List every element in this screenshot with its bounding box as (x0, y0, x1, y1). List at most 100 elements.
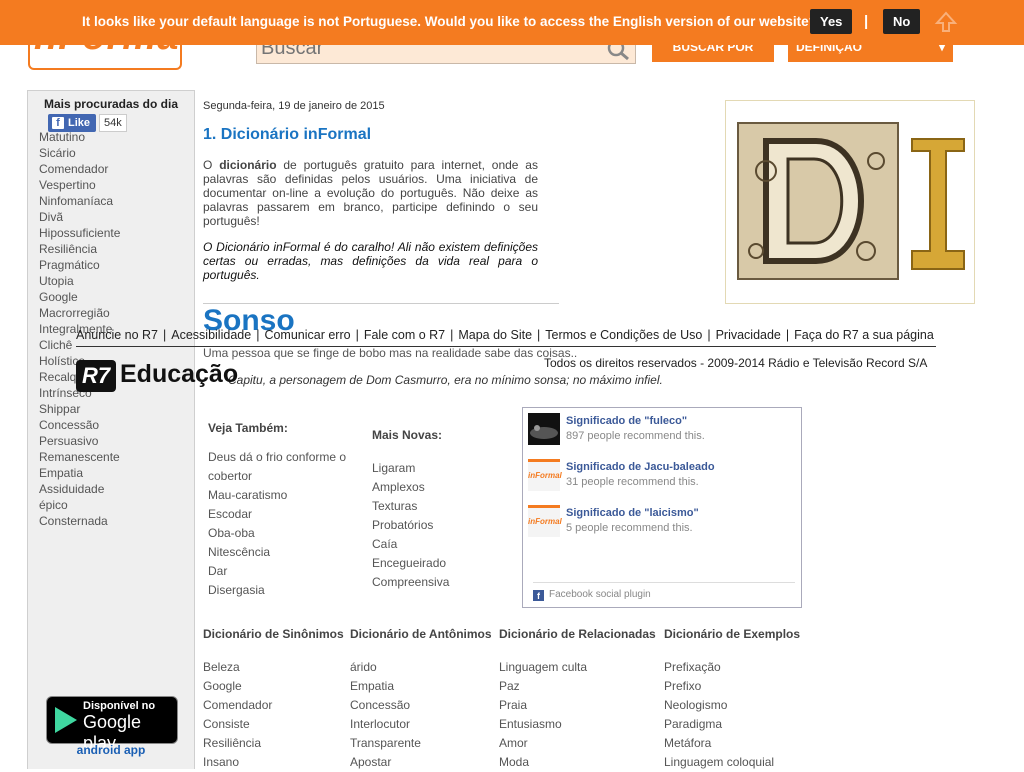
col-item[interactable]: Praia (499, 696, 587, 715)
col-title-exemplos[interactable]: Dicionário de Exemplos (664, 627, 800, 641)
veja-item[interactable]: Disergasia (208, 581, 358, 600)
popular-word[interactable]: Divã (39, 209, 120, 225)
fb-item-title[interactable]: Significado de "fuleco" (566, 415, 687, 427)
r7-link[interactable]: Faça do R7 a sua página (794, 328, 934, 342)
r7-link[interactable]: Fale com o R7 (364, 328, 445, 342)
col-item[interactable]: Insano (203, 753, 272, 772)
col-item[interactable]: Paradigma (664, 715, 774, 734)
r7-logo-box: R7 (76, 360, 116, 392)
language-message: It looks like your default language is n… (82, 14, 817, 29)
google-play-icon (55, 707, 77, 733)
fb-item-title[interactable]: Significado de "laicismo" (566, 507, 699, 519)
col-item[interactable]: Apostar (350, 753, 421, 772)
r7-link[interactable]: Privacidade (716, 328, 781, 342)
veja-title: Veja Também: (208, 421, 288, 435)
android-app-link[interactable]: android app (28, 743, 194, 757)
col-list-relacionadas: Linguagem culta Paz Praia Entusiasmo Amo… (499, 658, 587, 772)
popular-word[interactable]: Assiduidade (39, 481, 120, 497)
popular-word[interactable]: Resiliência (39, 241, 120, 257)
popular-word[interactable]: Consternada (39, 513, 120, 529)
col-title-sinonimos[interactable]: Dicionário de Sinônimos (203, 627, 344, 641)
fb-item-sub: 897 people recommend this. (566, 430, 705, 442)
col-item[interactable]: Linguagem culta (499, 658, 587, 677)
col-item[interactable]: Transparente (350, 734, 421, 753)
novas-item[interactable]: Amplexos (372, 478, 449, 497)
popular-word[interactable]: Pragmático (39, 257, 120, 273)
r7-link[interactable]: Acessibilidade (171, 328, 251, 342)
veja-item[interactable]: Oba-oba (208, 524, 358, 543)
popular-word[interactable]: Sicário (39, 145, 120, 161)
novas-item[interactable]: Compreensiva (372, 573, 449, 592)
col-item[interactable]: Comendador (203, 696, 272, 715)
col-item[interactable]: Amor (499, 734, 587, 753)
col-item[interactable]: Beleza (203, 658, 272, 677)
col-item[interactable]: Entusiasmo (499, 715, 587, 734)
r7-logo-text: Educação (120, 360, 239, 388)
fuleco-thumbnail-icon (528, 413, 560, 445)
popular-word[interactable]: Remanescente (39, 449, 120, 465)
col-item[interactable]: Neologismo (664, 696, 774, 715)
novas-item[interactable]: Caía (372, 535, 449, 554)
popular-word[interactable]: Vespertino (39, 177, 120, 193)
col-item[interactable]: Consiste (203, 715, 272, 734)
fb-item-sub: 5 people recommend this. (566, 522, 693, 534)
popular-word[interactable]: Empatia (39, 465, 120, 481)
fb-item-sub: 31 people recommend this. (566, 476, 699, 488)
popular-word[interactable]: Macrorregião (39, 305, 120, 321)
fb-item-title[interactable]: Significado de Jacu-baleado (566, 461, 715, 473)
fb-plugin-footer[interactable]: f Facebook social plugin (533, 582, 795, 601)
col-item[interactable]: Paz (499, 677, 587, 696)
col-item[interactable]: Metáfora (664, 734, 774, 753)
veja-item[interactable]: Nitescência (208, 543, 358, 562)
gplay-line1: Disponível no (83, 700, 156, 712)
r7-link[interactable]: Mapa do Site (458, 328, 532, 342)
r7-rights: Todos os direitos reservados - 2009-2014… (544, 356, 928, 370)
dictionary-logo-image (725, 100, 975, 304)
popular-word[interactable]: épico (39, 497, 120, 513)
veja-item[interactable]: Escodar (208, 505, 358, 524)
col-list-exemplos: Prefixação Prefixo Neologismo Paradigma … (664, 658, 774, 772)
novas-item[interactable]: Ligaram (372, 459, 449, 478)
intro-title-link[interactable]: 1. Dicionário inFormal (203, 126, 371, 144)
col-item[interactable]: Empatia (350, 677, 421, 696)
r7-link[interactable]: Comunicar erro (264, 328, 350, 342)
popular-word[interactable]: Persuasivo (39, 433, 120, 449)
col-item[interactable]: Interlocutor (350, 715, 421, 734)
col-item[interactable]: Moda (499, 753, 587, 772)
popular-word[interactable]: Google (39, 289, 120, 305)
novas-item[interactable]: Texturas (372, 497, 449, 516)
veja-item[interactable]: Deus dá o frio conforme o cobertor (208, 448, 358, 486)
col-title-antonimos[interactable]: Dicionário de Antônimos (350, 627, 492, 641)
intro-quote: O Dicionário inFormal é do caralho! Ali … (203, 240, 538, 282)
popular-word[interactable]: Concessão (39, 417, 120, 433)
facebook-icon: f (52, 117, 64, 129)
popular-word[interactable]: Shippar (39, 401, 120, 417)
col-title-relacionadas[interactable]: Dicionário de Relacionadas (499, 627, 656, 641)
popular-word[interactable]: Hipossuficiente (39, 225, 120, 241)
col-item[interactable]: Prefixo (664, 677, 774, 696)
col-item[interactable]: Prefixação (664, 658, 774, 677)
r7-link[interactable]: Termos e Condições de Uso (545, 328, 702, 342)
popular-word[interactable]: Matutino (39, 129, 120, 145)
popular-word[interactable]: Comendador (39, 161, 120, 177)
popular-word[interactable]: Ninfomaníaca (39, 193, 120, 209)
veja-item[interactable]: Mau-caratismo (208, 486, 358, 505)
intro-text-bold: dicionário (219, 158, 277, 172)
facebook-recommendations: Significado de "fuleco" 897 people recom… (522, 407, 802, 608)
arrow-up-icon[interactable] (934, 10, 958, 34)
like-label: Like (68, 117, 91, 129)
veja-item[interactable]: Dar (208, 562, 358, 581)
yes-button[interactable]: Yes (810, 9, 853, 34)
di-letters-icon (737, 122, 965, 280)
col-item[interactable]: árido (350, 658, 421, 677)
novas-item[interactable]: Probatórios (372, 516, 449, 535)
col-item[interactable]: Linguagem coloquial (664, 753, 774, 772)
col-item[interactable]: Resiliência (203, 734, 272, 753)
popular-word[interactable]: Utopia (39, 273, 120, 289)
novas-item[interactable]: Encegueirado (372, 554, 449, 573)
google-play-badge[interactable]: Disponível no Google play (46, 696, 178, 753)
col-item[interactable]: Google (203, 677, 272, 696)
r7-link[interactable]: Anuncie no R7 (76, 328, 158, 342)
no-button[interactable]: No (883, 9, 921, 34)
col-item[interactable]: Concessão (350, 696, 421, 715)
